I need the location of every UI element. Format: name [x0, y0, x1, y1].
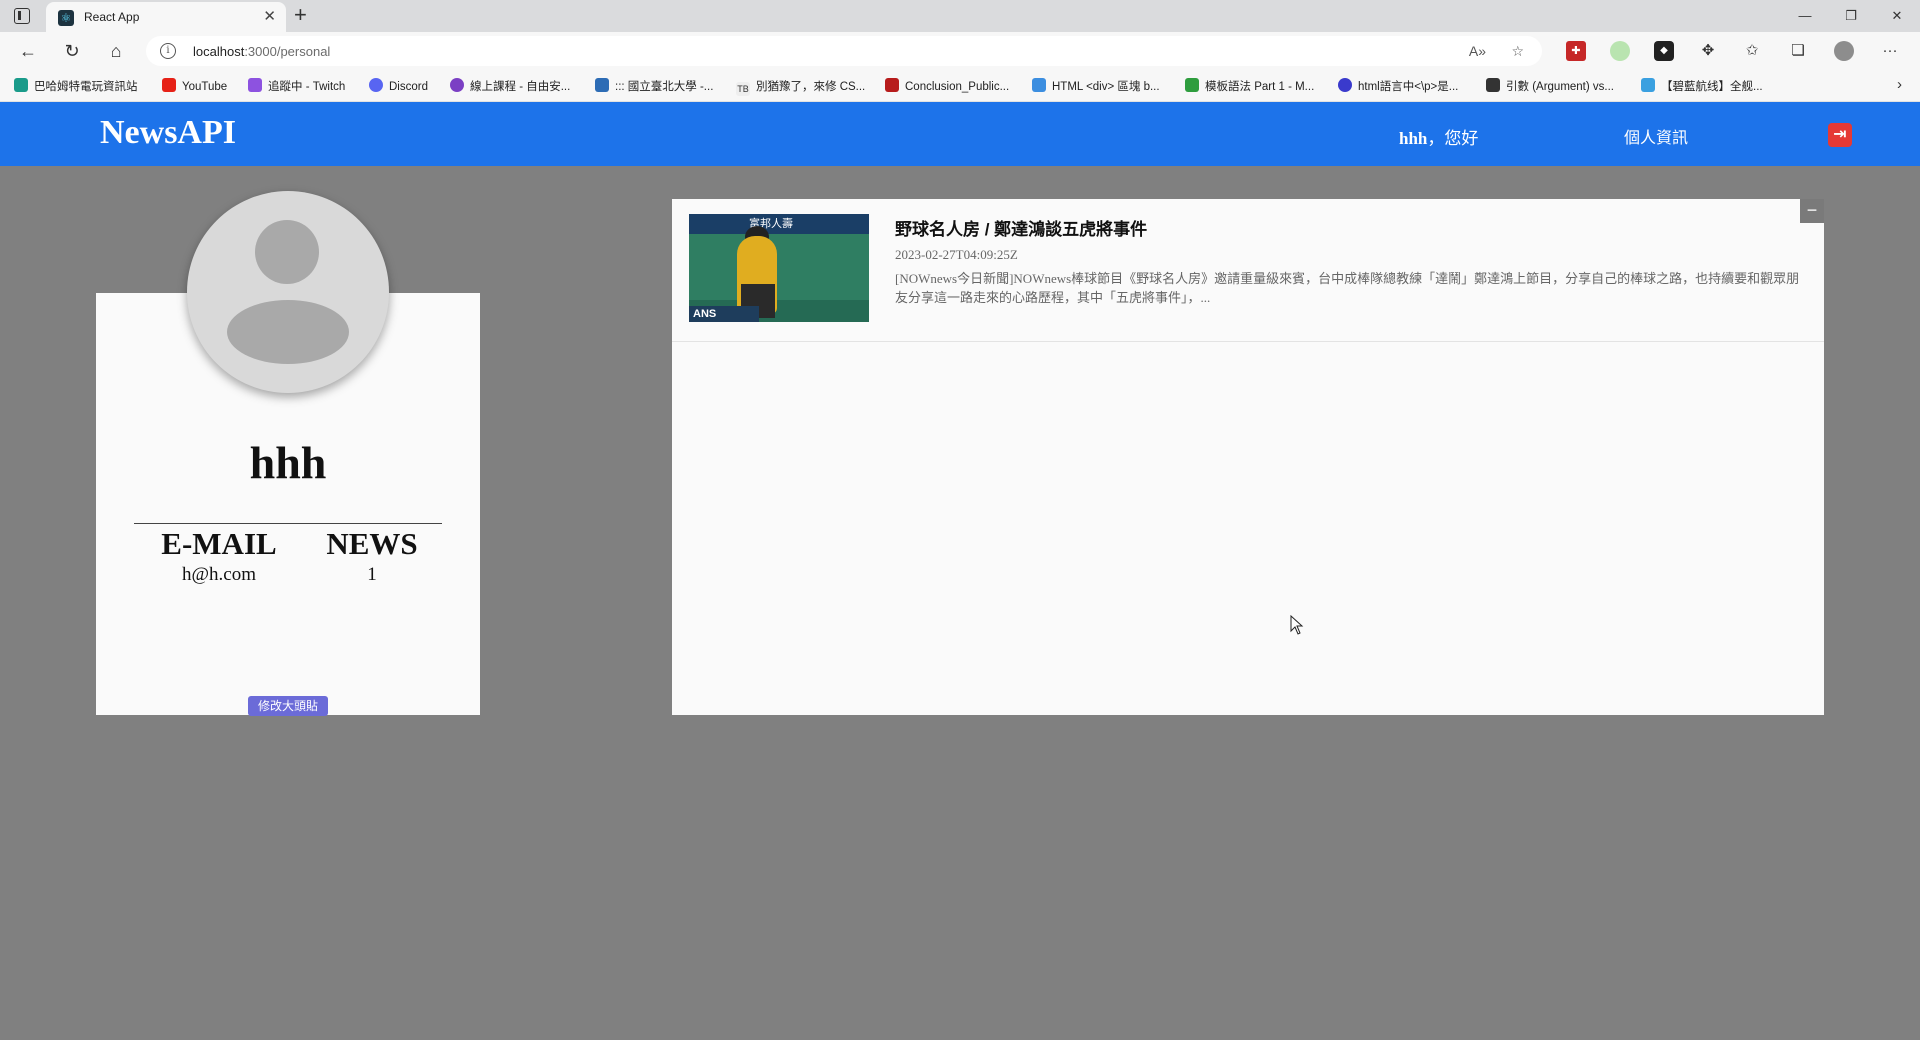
bookmarks-bar: 巴哈姆特電玩資訊站 YouTube 追蹤中 - Twitch Discord 線… [0, 70, 1920, 102]
ntpu-icon [595, 78, 609, 92]
logout-icon[interactable]: ⇥ [1828, 123, 1852, 147]
extensions-puzzle-icon[interactable]: ✥ [1698, 41, 1718, 61]
brand-logo[interactable]: NewsAPI [100, 114, 236, 152]
thumb-background [689, 234, 869, 300]
add-favorite-icon[interactable]: ☆ [1511, 43, 1524, 60]
baidu-icon [1338, 78, 1352, 92]
bookmark-item[interactable]: Conclusion_Public... [885, 78, 1009, 93]
home-icon[interactable]: ⌂ [104, 39, 128, 63]
bookmark-item[interactable]: 引數 (Argument) vs... [1486, 78, 1614, 94]
page-content: NewsAPI hhh，您好 個人資訊 ⇥ hhh E-MAIL NEWS h@… [0, 102, 1920, 1040]
extension-dark-icon[interactable]: ◆ [1654, 41, 1674, 61]
tab-title: React App [84, 10, 140, 24]
profile-username: hhh [249, 437, 327, 488]
address-bar[interactable]: i localhost:3000/personal A» ☆ [146, 36, 1542, 66]
email-label: E-MAIL [161, 526, 277, 561]
bahamut-icon [14, 78, 28, 92]
email-value: h@h.com [182, 564, 256, 585]
news-title[interactable]: 野球名人房 / 鄭達鴻談五虎將事件 [895, 215, 1147, 240]
bookmark-item[interactable]: 線上課程 - 自由安... [450, 78, 570, 94]
edit-avatar-button[interactable]: 修改大頭貼 [248, 696, 328, 716]
greeting: hhh，您好 [1399, 124, 1478, 149]
news-item[interactable]: 富邦人壽 ANS 野球名人房 / 鄭達鴻談五虎將事件 2023-02-27T04… [672, 199, 1824, 342]
app-navbar: NewsAPI hhh，您好 個人資訊 ⇥ [0, 102, 1920, 166]
thumb-banner: 富邦人壽 [689, 214, 869, 234]
bookmark-item[interactable]: html語言中<\p>是... [1338, 78, 1458, 94]
extension-red-icon[interactable]: ✚ [1566, 41, 1586, 61]
browser-tab[interactable]: ⚛ React App ✕ [46, 2, 286, 32]
bookmarks-overflow-chevron-icon[interactable]: › [1897, 76, 1902, 93]
user-silhouette-body [227, 300, 349, 364]
bookmark-item[interactable]: 巴哈姆特電玩資訊站 [14, 78, 138, 94]
browser-tab-bar: ⚛ React App ✕ + — ❐ ✕ [0, 0, 1920, 32]
bookmark-item[interactable]: YouTube [162, 78, 227, 93]
tab-actions-icon[interactable] [14, 8, 30, 24]
bookmark-item[interactable]: 追蹤中 - Twitch [248, 78, 345, 94]
thumb-sign: ANS [689, 306, 759, 322]
url-path: :3000/personal [244, 44, 331, 59]
vue-icon [1185, 78, 1199, 92]
react-favicon-icon: ⚛ [58, 10, 74, 26]
bookmark-item[interactable]: Discord [369, 78, 428, 93]
pdf-icon [885, 78, 899, 92]
if-icon [1486, 78, 1500, 92]
news-description: [NOWnews今日新聞]NOWnews棒球節目《野球名人房》邀請重量級來賓，台… [895, 271, 1800, 305]
bookmark-item[interactable]: ::: 國立臺北大學 -... [595, 78, 713, 94]
greeting-text: ，您好 [1427, 129, 1479, 148]
collections-icon[interactable]: ❏ [1788, 41, 1808, 61]
url-text[interactable]: localhost:3000/personal [193, 44, 330, 59]
saved-news-panel: 富邦人壽 ANS 野球名人房 / 鄭達鴻談五虎將事件 2023-02-27T04… [672, 199, 1824, 715]
news-thumbnail[interactable]: 富邦人壽 ANS [689, 214, 869, 322]
f-icon [1032, 78, 1046, 92]
bookmark-item[interactable]: HTML <div> 區塊 b... [1032, 78, 1160, 94]
minimize-button[interactable]: — [1782, 0, 1828, 32]
new-tab-button[interactable]: + [294, 2, 307, 28]
tab-close-icon[interactable]: ✕ [263, 7, 276, 25]
collapse-button[interactable]: − [1800, 199, 1824, 223]
divider [134, 523, 442, 524]
course-icon [450, 78, 464, 92]
bilibili-icon [1641, 78, 1655, 92]
refresh-icon[interactable]: ↻ [60, 39, 84, 63]
news-count-label: NEWS [326, 526, 418, 561]
tb-icon: TB [736, 82, 750, 96]
favorites-icon[interactable]: ✩ [1742, 41, 1762, 61]
youtube-icon [162, 78, 176, 92]
url-host: localhost [193, 44, 245, 59]
restore-button[interactable]: ❐ [1828, 0, 1874, 32]
window-controls: — ❐ ✕ [1782, 0, 1920, 32]
extension-green-icon[interactable] [1610, 41, 1630, 61]
news-date: 2023-02-27T04:09:25Z [895, 247, 1018, 262]
profile-avatar-icon[interactable] [1834, 41, 1854, 61]
news-count-value: 1 [367, 564, 377, 585]
user-silhouette-icon [255, 220, 319, 284]
bookmark-item[interactable]: TB 別猶豫了，來修 CS... [736, 78, 865, 96]
personal-info-link[interactable]: 個人資訊 [1624, 124, 1688, 148]
bookmark-item[interactable]: 【碧藍航线】全舰... [1641, 78, 1763, 94]
site-info-icon[interactable]: i [160, 43, 176, 59]
discord-icon [369, 78, 383, 92]
avatar [187, 191, 389, 393]
more-menu-icon[interactable]: ··· [1880, 41, 1900, 61]
back-arrow-icon[interactable]: ← [16, 39, 40, 63]
twitch-icon [248, 78, 262, 92]
read-aloud-icon[interactable]: A» [1469, 43, 1486, 59]
browser-toolbar: ← ↻ ⌂ i localhost:3000/personal A» ☆ ✚ ◆… [0, 32, 1920, 70]
bookmark-item[interactable]: 模板語法 Part 1 - M... [1185, 78, 1314, 94]
greeting-username: hhh [1399, 129, 1428, 148]
close-window-button[interactable]: ✕ [1874, 0, 1920, 32]
